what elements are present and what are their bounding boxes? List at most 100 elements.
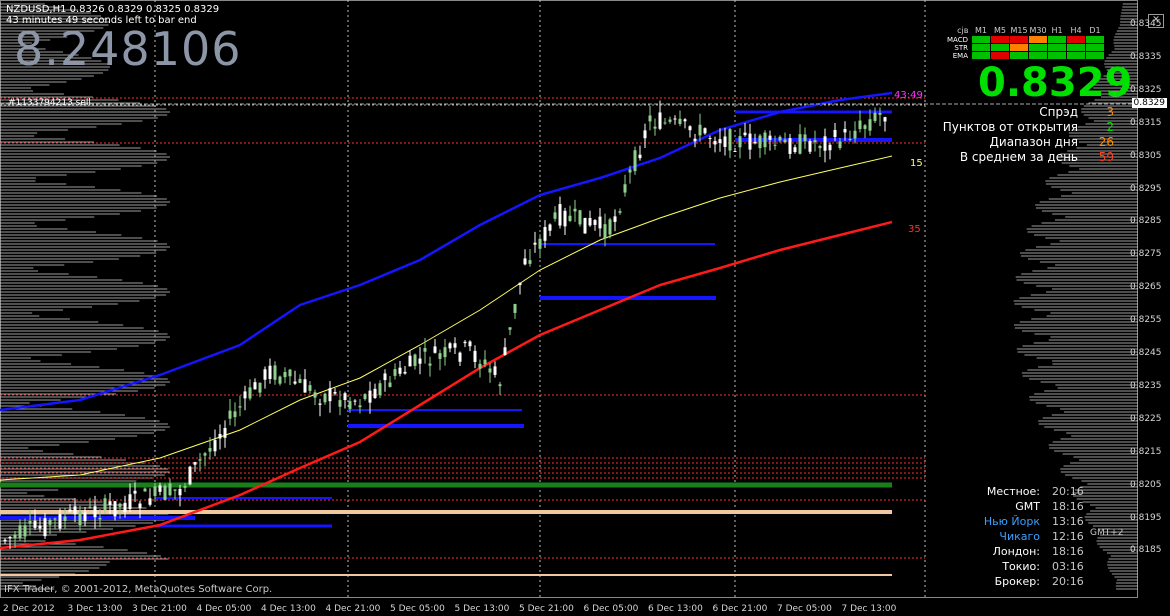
candle-body: [58, 514, 62, 529]
clock-time: 18:16: [1052, 545, 1084, 558]
level-label-mid: 15: [910, 158, 923, 169]
candle-body: [343, 393, 347, 401]
candle-body: [778, 136, 782, 141]
candle-body: [678, 118, 682, 124]
candle-body: [743, 132, 747, 136]
candle-body: [418, 358, 422, 364]
price-tick: 0.8215: [1130, 446, 1162, 457]
candle-body: [498, 384, 502, 387]
indicator-signal-cell: [971, 35, 991, 44]
stat-value: 2: [1106, 120, 1114, 134]
indicator-dashboard: сјв M1 M5 M15 M30 H1 H4 D1 MACD STR EMA: [938, 26, 1105, 60]
candle-body: [93, 506, 97, 518]
indicator-signal-cell: [971, 51, 991, 60]
candle-body: [53, 518, 57, 520]
candle-body: [143, 488, 147, 492]
indicator-signal-cell: [1009, 51, 1029, 60]
candle-body: [203, 453, 207, 456]
candle-body: [438, 353, 442, 359]
candle-body: [98, 517, 102, 520]
candle-body: [728, 129, 732, 151]
indicator-signal-cell: [1085, 43, 1105, 52]
candle-body: [558, 204, 562, 226]
candle-body: [338, 400, 342, 407]
candle-body: [648, 115, 652, 122]
copyright: IFX Trader, © 2001-2012, MetaQuotes Soft…: [4, 584, 273, 595]
price-tick: 0.8255: [1130, 315, 1162, 326]
time-tick: 5 Dec 05:00: [390, 604, 445, 614]
candle-body: [858, 120, 862, 130]
candle-body: [393, 369, 397, 376]
candle-body: [428, 363, 432, 366]
clock-time: 20:16: [1052, 575, 1084, 588]
candle-body: [408, 355, 412, 367]
candle-body: [493, 366, 497, 375]
candle-body: [788, 138, 792, 154]
candle-body: [218, 433, 222, 439]
candle-body: [628, 169, 632, 173]
candle-body: [663, 122, 667, 124]
candle-body: [3, 539, 7, 542]
candle-body: [113, 501, 117, 517]
candle-body: [668, 119, 672, 122]
candle-body: [738, 136, 742, 148]
candle-body: [198, 459, 202, 461]
tf-h4: H4: [1070, 26, 1082, 35]
indicator-signal-cell: [1047, 35, 1067, 44]
candle-body: [513, 304, 517, 313]
candle-body: [538, 238, 542, 249]
candle-body: [703, 128, 707, 134]
level-label-low: 35: [908, 224, 921, 235]
tf-h1: H1: [1051, 26, 1063, 35]
candle-body: [373, 388, 377, 399]
candle-body: [238, 406, 242, 408]
clock-time: 18:16: [1052, 500, 1084, 513]
candle-body: [468, 341, 472, 347]
candle-body: [608, 219, 612, 235]
stat-label: В среднем за день: [959, 150, 1078, 164]
candle-body: [193, 462, 197, 465]
candle-body: [733, 150, 737, 152]
candle-body: [453, 343, 457, 348]
indicator-signal-cell: [1066, 51, 1086, 60]
tf-m30: M30: [1029, 26, 1047, 35]
price-tick: 0.8205: [1130, 479, 1162, 490]
trade-label[interactable]: #1133794213 sell: [8, 98, 91, 108]
indicator-signal-cell: [1009, 35, 1029, 44]
time-tick: 4 Dec 13:00: [261, 604, 316, 614]
candle-body: [383, 373, 387, 381]
clock-label: Лондон:: [992, 545, 1040, 558]
indicator-name: EMA: [952, 51, 968, 60]
candle-body: [518, 282, 522, 286]
candle-body: [768, 135, 772, 140]
indicator-signal-cell: [1047, 51, 1067, 60]
big-number-display: 8.248106: [14, 22, 242, 76]
candle-body: [278, 376, 282, 384]
time-tick: 6 Dec 05:00: [583, 604, 639, 614]
time-tick: 4 Dec 05:00: [196, 604, 252, 614]
candle-body: [598, 216, 602, 229]
candle-body: [548, 224, 552, 231]
time-tick: 6 Dec 13:00: [648, 604, 703, 614]
price-tick: 0.8265: [1130, 282, 1162, 293]
indicator-signal-cell: [1028, 51, 1048, 60]
candle-body: [118, 503, 122, 507]
candle-body: [8, 536, 12, 539]
candle-body: [533, 242, 537, 245]
indicator-signal-cell: [1085, 51, 1105, 60]
clock-label: Нью Йорк: [983, 515, 1040, 528]
candle-body: [363, 394, 367, 400]
candle-body: [123, 502, 127, 512]
candle-body: [268, 365, 272, 379]
candle-body: [288, 369, 292, 377]
stat-value: 59: [1098, 150, 1114, 164]
indicator-signal-cell: [990, 35, 1010, 44]
candle-body: [293, 381, 297, 384]
candle-body: [848, 138, 852, 140]
candle-body: [758, 135, 762, 149]
tf-m1: M1: [975, 26, 987, 35]
candle-body: [353, 400, 357, 402]
price-tick: 0.8305: [1130, 150, 1162, 161]
candle-body: [488, 368, 492, 373]
candle-body: [378, 383, 382, 396]
